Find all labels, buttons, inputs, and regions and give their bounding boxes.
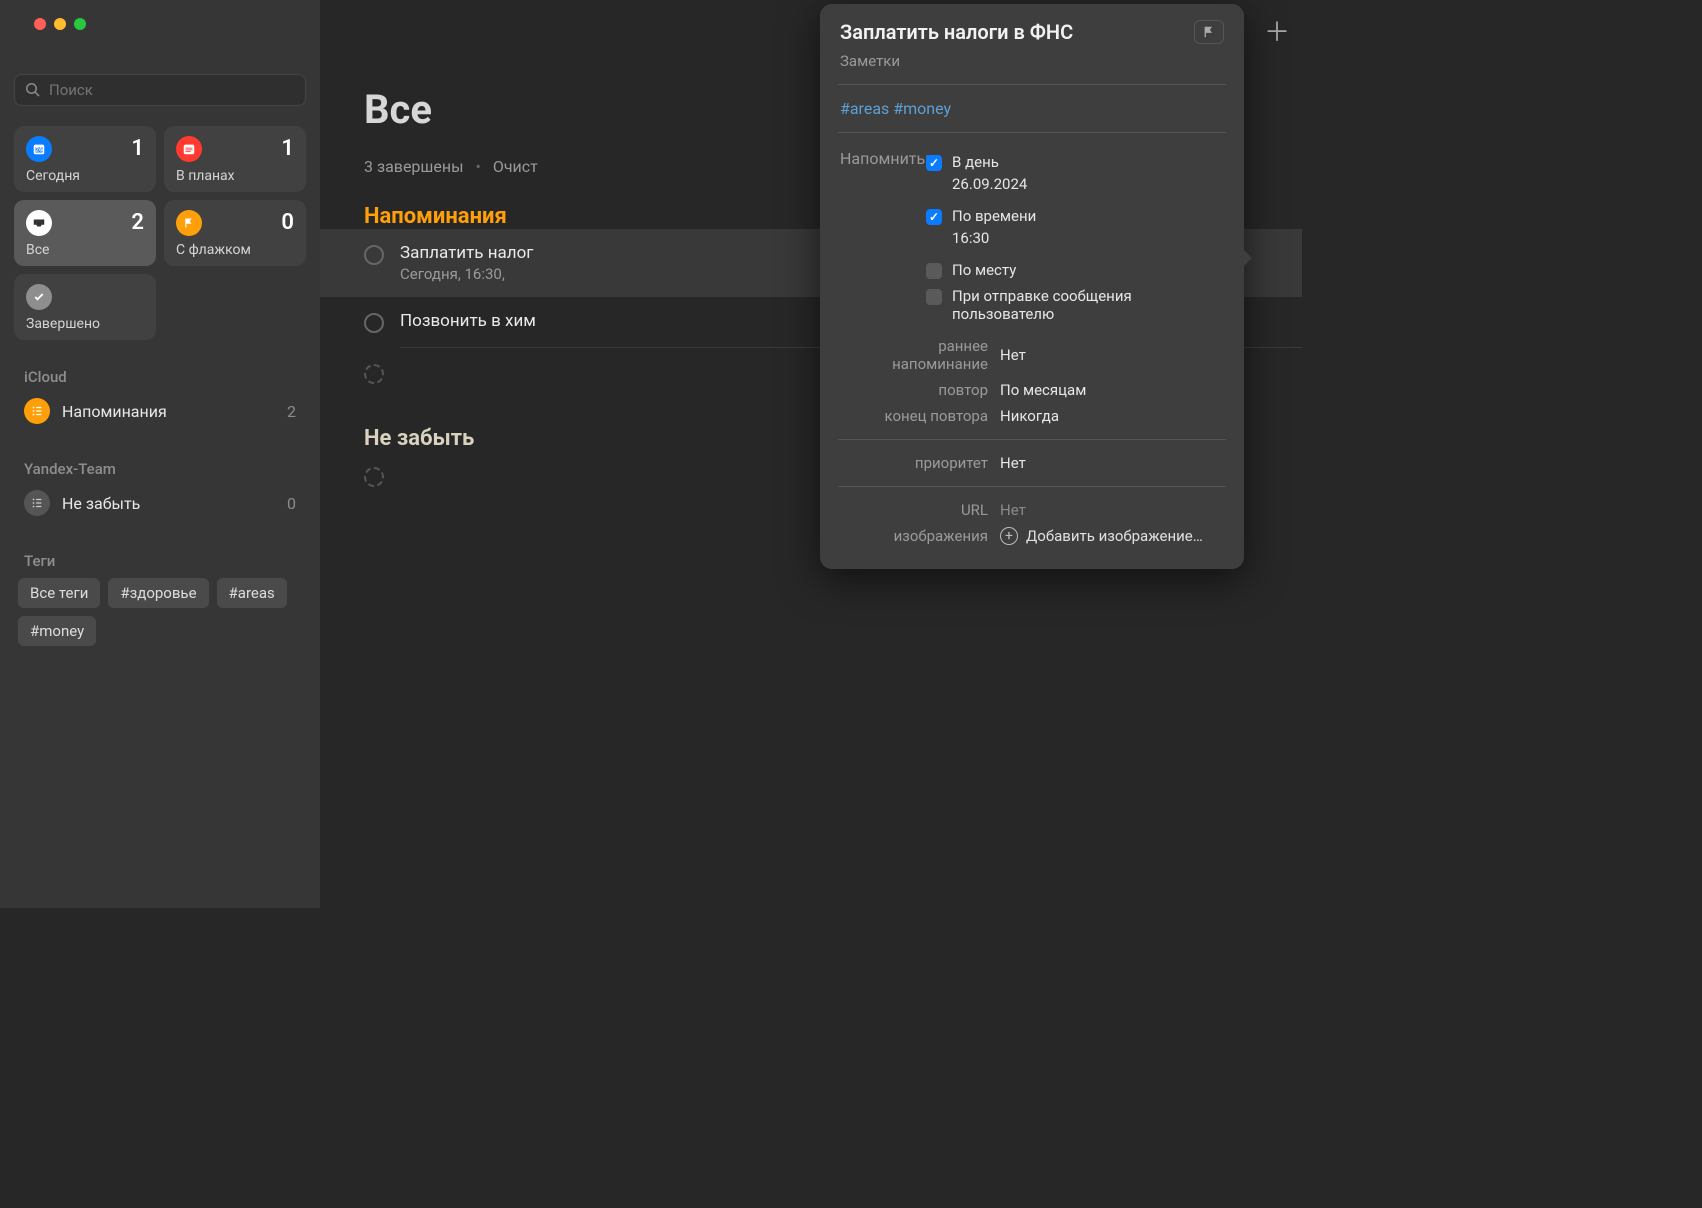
add-reminder-button[interactable]: ＋ — [1264, 12, 1290, 49]
planned-count: 1 — [281, 136, 294, 161]
early-reminder-value[interactable]: Нет — [1000, 346, 1026, 364]
flag-icon — [176, 210, 202, 236]
smart-all[interactable]: 2 Все — [14, 200, 156, 266]
all-count: 2 — [131, 210, 144, 235]
divider — [838, 132, 1226, 133]
tag-areas[interactable]: #areas — [217, 578, 287, 608]
on-time-value[interactable]: 16:30 — [952, 229, 1036, 247]
url-field[interactable]: Нет — [1000, 501, 1026, 519]
list-icon — [24, 490, 50, 516]
sidebar-list-ne-zabyt[interactable]: Не забыть 0 — [14, 482, 306, 524]
add-image-button[interactable]: +Добавить изображение… — [1000, 527, 1203, 545]
repeat-value[interactable]: По месяцам — [1000, 381, 1086, 399]
svg-text:26: 26 — [35, 147, 43, 154]
close-button[interactable] — [34, 18, 46, 30]
priority-value[interactable]: Нет — [1000, 454, 1026, 472]
account-icloud-label: iCloud — [24, 368, 306, 386]
on-day-date[interactable]: 26.09.2024 — [952, 175, 1027, 193]
tags-container: Все теги #здоровье #areas #money — [14, 578, 306, 646]
tags-section-label: Теги — [24, 552, 306, 570]
on-message-label[interactable]: При отправке сообщения пользователю — [952, 287, 1224, 323]
inbox-icon — [26, 210, 52, 236]
repeat-end-value[interactable]: Никогда — [1000, 407, 1059, 425]
checkbox[interactable] — [364, 313, 384, 333]
popover-arrow — [1242, 248, 1252, 268]
calendar-icon — [176, 136, 202, 162]
reminder-title[interactable]: Заплатить налог — [400, 243, 533, 263]
reminder-details-popover: Заплатить налоги в ФНС Заметки #areas #m… — [820, 4, 1244, 569]
images-label: изображения — [840, 527, 1000, 545]
all-label: Все — [26, 242, 144, 258]
checkbox[interactable] — [364, 245, 384, 265]
sidebar-list-reminders[interactable]: Напоминания 2 — [14, 390, 306, 432]
smart-done[interactable]: Завершено — [14, 274, 156, 340]
list-count: 2 — [287, 402, 296, 421]
priority-label: приоритет — [840, 454, 1000, 472]
window-controls — [14, 0, 306, 30]
checkmark-icon — [26, 284, 52, 310]
reminder-title[interactable]: Позвонить в хим — [400, 311, 536, 331]
remind-label: Напомнить: — [840, 147, 926, 329]
popover-title[interactable]: Заплатить налоги в ФНС — [840, 20, 1182, 44]
divider — [838, 439, 1226, 440]
main-content: ＋ i Все 3 завершены • Очист Напоминания … — [320, 0, 1302, 908]
on-time-label[interactable]: По времени — [952, 207, 1036, 225]
flagged-count: 0 — [281, 210, 294, 235]
maximize-button[interactable] — [74, 18, 86, 30]
divider — [838, 486, 1226, 487]
calendar-icon: 26 — [26, 136, 52, 162]
flagged-label: С флажком — [176, 242, 294, 258]
tag-health[interactable]: #здоровье — [108, 578, 208, 608]
flag-button[interactable] — [1194, 20, 1224, 44]
minimize-button[interactable] — [54, 18, 66, 30]
list-icon — [24, 398, 50, 424]
today-label: Сегодня — [26, 168, 144, 184]
checkbox-on-time[interactable] — [926, 209, 942, 225]
tag-money[interactable]: #money — [18, 616, 96, 646]
url-label: URL — [840, 501, 1000, 519]
account-yandex-label: Yandex-Team — [24, 460, 306, 478]
smart-flagged[interactable]: 0 С флажком — [164, 200, 306, 266]
list-name: Не забыть — [62, 494, 287, 513]
notes-field[interactable]: Заметки — [840, 52, 1224, 70]
reminder-subtitle: Сегодня, 16:30, — [400, 265, 533, 283]
sidebar: 26 1 Сегодня 1 В планах 2 Все 0 С флажком… — [0, 0, 320, 908]
clear-button[interactable]: Очист — [493, 157, 538, 176]
today-count: 1 — [131, 136, 144, 161]
tag-all[interactable]: Все теги — [18, 578, 100, 608]
search-field[interactable] — [14, 74, 306, 106]
list-count: 0 — [287, 494, 296, 513]
checkbox-placeholder[interactable] — [364, 467, 384, 487]
search-input[interactable] — [49, 81, 295, 99]
early-reminder-label: раннее напоминание — [840, 337, 1000, 373]
list-name: Напоминания — [62, 402, 287, 421]
checkbox-on-location[interactable] — [926, 263, 942, 279]
repeat-label: повтор — [840, 381, 1000, 399]
plus-icon: + — [1000, 527, 1018, 545]
popover-tags[interactable]: #areas #money — [840, 99, 1224, 118]
checkbox-on-day[interactable] — [926, 155, 942, 171]
smart-today[interactable]: 26 1 Сегодня — [14, 126, 156, 192]
smart-planned[interactable]: 1 В планах — [164, 126, 306, 192]
on-location-label[interactable]: По месту — [952, 261, 1016, 279]
repeat-end-label: конец повтора — [840, 407, 1000, 425]
done-label: Завершено — [26, 316, 144, 332]
divider — [838, 84, 1226, 85]
checkbox-on-message[interactable] — [926, 289, 942, 305]
on-day-label[interactable]: В день — [952, 153, 1027, 171]
checkbox-placeholder[interactable] — [364, 364, 384, 384]
planned-label: В планах — [176, 168, 294, 184]
completed-count: 3 завершены — [364, 157, 463, 176]
search-icon — [25, 82, 41, 98]
smart-lists: 26 1 Сегодня 1 В планах 2 Все 0 С флажком… — [14, 126, 306, 340]
